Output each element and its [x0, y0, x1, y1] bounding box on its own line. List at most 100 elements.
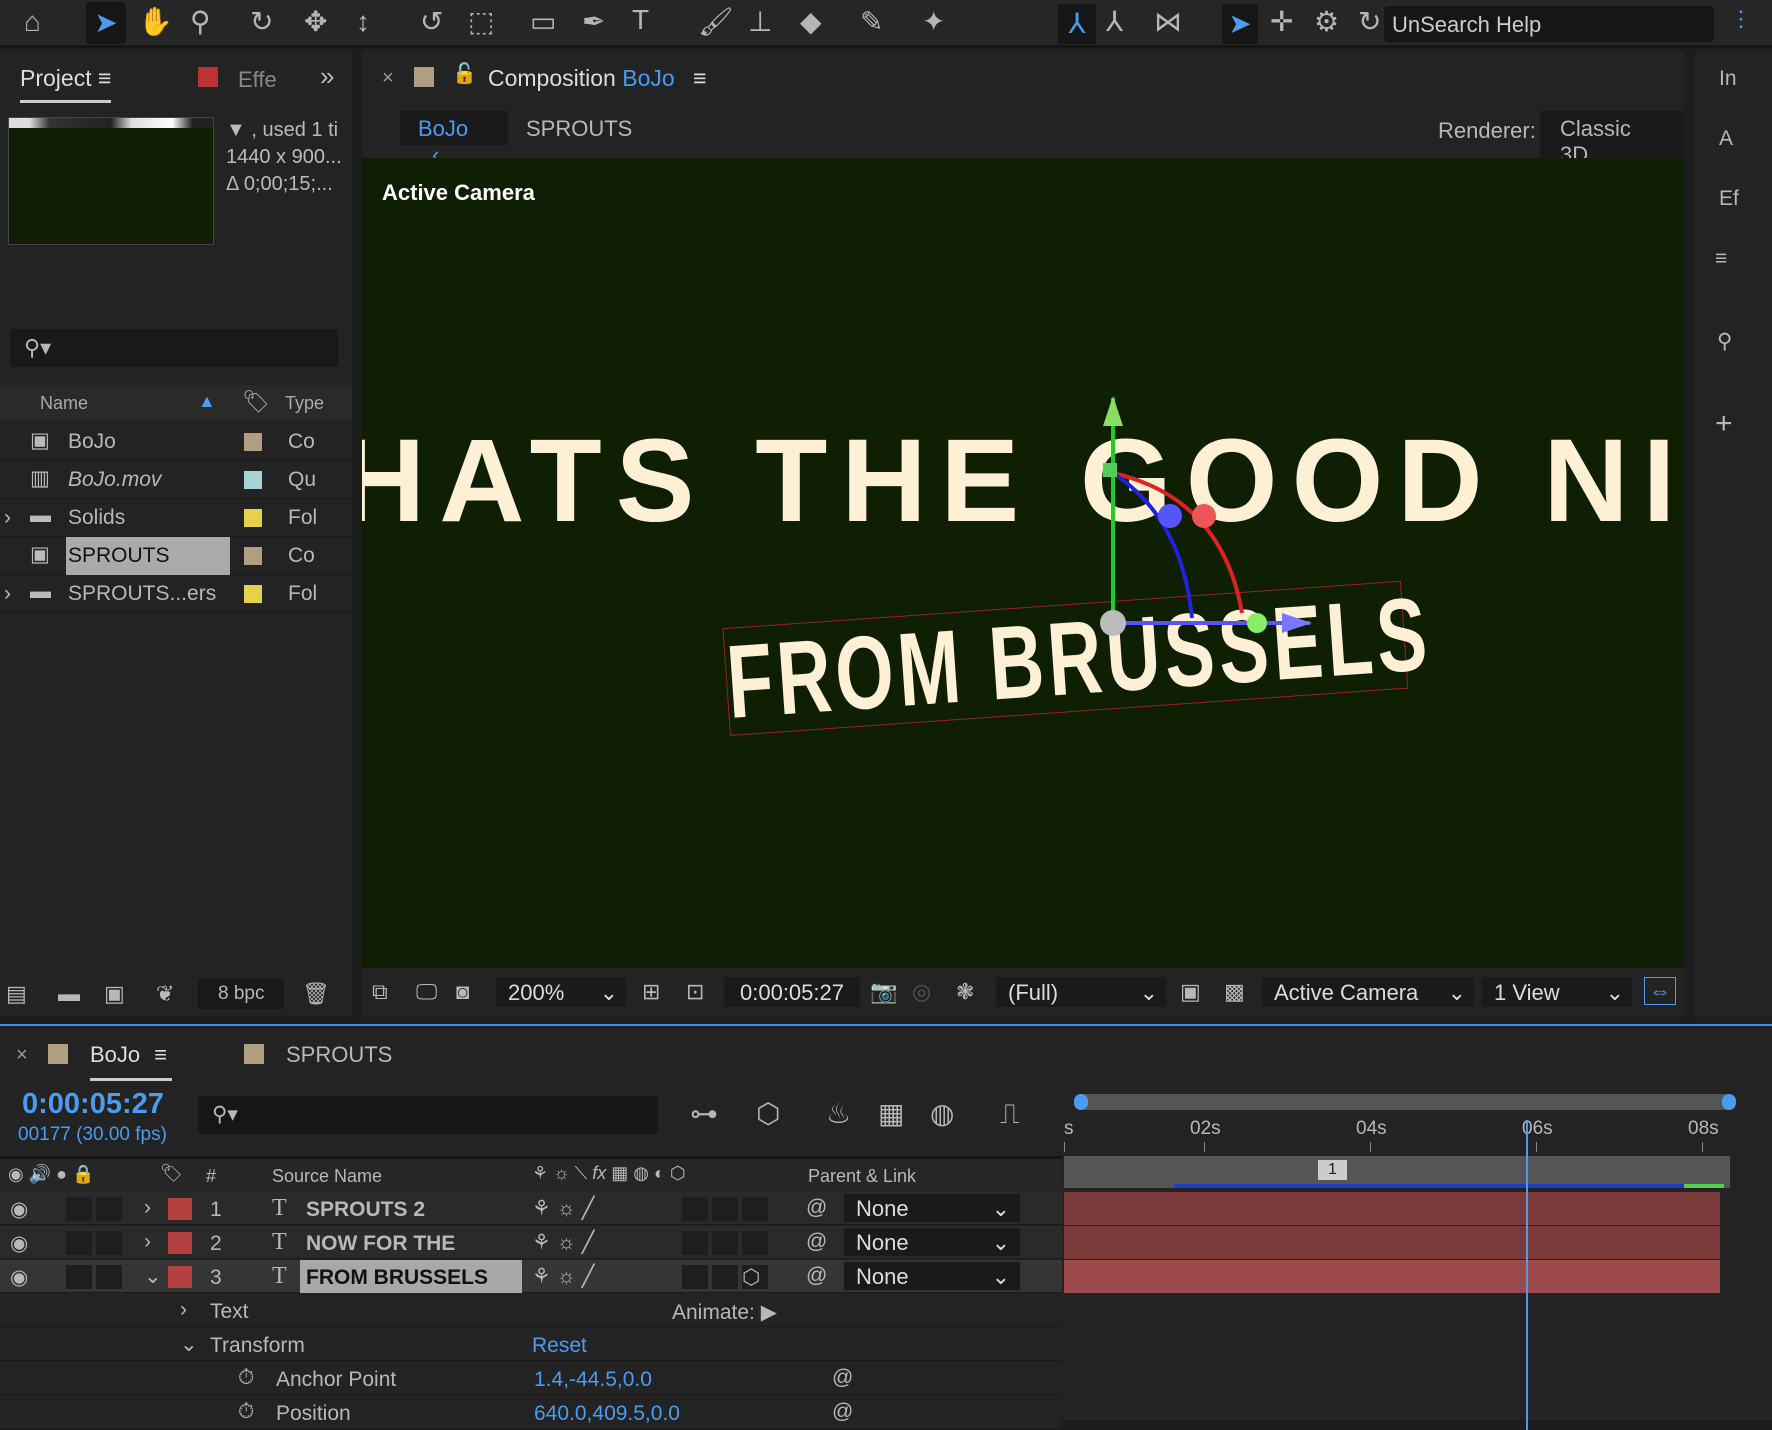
parent-dropdown[interactable]: None ⌄: [844, 1194, 1020, 1222]
search-icon[interactable]: ⚲: [1717, 329, 1732, 354]
camera-dropdown[interactable]: Active Camera ⌄: [1262, 977, 1474, 1007]
layer-duration-bar[interactable]: [1064, 1260, 1720, 1293]
pick-whip-icon[interactable]: @: [806, 1196, 827, 1220]
expand-icon[interactable]: ›: [4, 506, 11, 530]
show-snapshot-icon[interactable]: ◎: [912, 979, 931, 1005]
menu-icon[interactable]: ≡: [1715, 247, 1727, 271]
layer-duration-bar[interactable]: [1064, 1192, 1720, 1225]
move-icon[interactable]: ✛: [1270, 8, 1293, 36]
new-folder-icon[interactable]: ▬: [58, 981, 80, 1007]
visibility-icon[interactable]: ◉ 🔊 ● 🔒: [8, 1164, 94, 1185]
pick-whip-icon[interactable]: @: [832, 1366, 853, 1390]
mask-icon[interactable]: ◙: [456, 979, 469, 1005]
layer-name[interactable]: SPROUTS 2: [300, 1192, 522, 1225]
sort-ascending-icon[interactable]: ▲: [198, 391, 216, 412]
column-source-name[interactable]: Source Name: [272, 1166, 382, 1187]
visibility-icon[interactable]: ◉: [10, 1197, 28, 1222]
stopwatch-icon[interactable]: ⏱: [238, 1366, 254, 1390]
layer-row[interactable]: ◉ › 2 T NOW FOR THE ⚘ ☼ ╱ @ None ⌄: [0, 1226, 1062, 1259]
label-color[interactable]: [244, 433, 262, 451]
composition-flowchart-icon[interactable]: ⊶: [690, 1100, 718, 1128]
timeline-search-input[interactable]: ⚲▾: [198, 1096, 658, 1134]
3d-gizmo[interactable]: [362, 158, 1684, 968]
view-axis-icon[interactable]: ⋈: [1154, 8, 1182, 36]
switches[interactable]: ⚘ ☼ ╱: [532, 1230, 594, 1255]
transform-group-row[interactable]: ⌄ Transform Reset: [0, 1328, 1062, 1361]
visibility-icon[interactable]: ◉: [10, 1265, 28, 1290]
expand-icon[interactable]: ›: [4, 582, 11, 606]
undo-icon[interactable]: ↻: [1358, 8, 1381, 36]
parent-dropdown[interactable]: None ⌄: [844, 1262, 1020, 1290]
label-color[interactable]: [244, 509, 262, 527]
current-time[interactable]: 0:00:05:27: [22, 1088, 164, 1121]
breadcrumb-bojo[interactable]: BoJo ‹: [400, 111, 508, 167]
pen-icon[interactable]: ✒: [582, 8, 605, 36]
clone-stamp-icon[interactable]: ⊥: [748, 8, 772, 36]
zoom-dropdown[interactable]: 200% ⌄: [496, 977, 626, 1007]
brush-icon[interactable]: 🖌: [698, 8, 734, 36]
draft-3d-icon[interactable]: ⬡: [756, 1100, 780, 1128]
puppet-pin-icon[interactable]: ✦: [922, 8, 945, 36]
tab-sprouts[interactable]: SPROUTS: [286, 1042, 392, 1068]
collapse-icon[interactable]: ⌄: [144, 1264, 162, 1289]
tab-effects-presets[interactable]: Ef: [1719, 187, 1739, 211]
project-item[interactable]: ▣ BoJo Co: [0, 423, 352, 461]
local-axis-icon[interactable]: ⅄: [1058, 4, 1096, 44]
pick-whip-icon[interactable]: @: [832, 1400, 853, 1424]
snapshot-icon[interactable]: 📷: [870, 979, 897, 1005]
graph-editor-icon[interactable]: ⎍: [1000, 1100, 1020, 1128]
type-icon[interactable]: T: [632, 6, 649, 34]
animate-button[interactable]: Animate: ▶: [672, 1300, 777, 1325]
column-name[interactable]: Name: [40, 393, 88, 414]
lock-icon[interactable]: 🔓: [452, 61, 477, 86]
layer-name[interactable]: FROM BRUSSELS: [300, 1260, 522, 1293]
viewer[interactable]: Active Camera HATS THE GOOD NI FROM BRUS…: [362, 158, 1684, 968]
label-color[interactable]: [244, 585, 262, 603]
property-value[interactable]: 1.4,-44.5,0.0: [534, 1368, 652, 1392]
region-icon[interactable]: ⬚: [468, 8, 494, 36]
snapping-icon[interactable]: ➤: [1222, 4, 1258, 44]
interpret-footage-icon[interactable]: ▤: [6, 981, 27, 1007]
column-type[interactable]: Type: [285, 393, 324, 414]
fast-previews-icon[interactable]: ▣: [1180, 979, 1201, 1005]
pan-behind-icon[interactable]: ✥: [304, 8, 327, 36]
switches[interactable]: ⚘ ☼ ╱: [532, 1196, 594, 1221]
home-icon[interactable]: ⌂: [24, 8, 41, 36]
render-icon[interactable]: ❦: [156, 981, 174, 1007]
tab-audio[interactable]: A: [1719, 127, 1733, 151]
motion-blur-icon[interactable]: ◍: [930, 1100, 954, 1128]
toggle-view-icon[interactable]: ⇔: [1644, 977, 1676, 1005]
time-navigator[interactable]: [1074, 1094, 1736, 1110]
visibility-icon[interactable]: ◉: [10, 1231, 28, 1256]
layer-duration-bar[interactable]: [1064, 1226, 1720, 1259]
eraser-icon[interactable]: ◆: [800, 8, 822, 36]
time-ruler[interactable]: s 02s 04s 06s 08s: [1064, 1116, 1724, 1152]
workspace-icon[interactable]: ⋮: [1730, 8, 1752, 30]
monitor-icon[interactable]: 🖵: [416, 979, 437, 1005]
region-of-interest-icon[interactable]: ⊡: [686, 979, 704, 1005]
close-tab-icon[interactable]: ×: [16, 1044, 28, 1067]
panel-overflow-icon[interactable]: »: [320, 61, 334, 92]
grid-icon[interactable]: ⊞: [642, 979, 660, 1005]
bpc-button[interactable]: 8 bpc: [198, 979, 285, 1009]
roto-brush-icon[interactable]: ✎: [860, 8, 883, 36]
menu-icon[interactable]: ≡: [98, 65, 111, 91]
label-color[interactable]: [244, 471, 262, 489]
close-tab-icon[interactable]: ×: [382, 67, 394, 90]
label-color[interactable]: [168, 1232, 192, 1254]
hand-icon[interactable]: ✋: [138, 8, 173, 36]
expand-icon[interactable]: ›: [144, 1196, 151, 1220]
settings-icon[interactable]: ⚙: [1314, 8, 1339, 36]
property-row[interactable]: ⏱ Position 640.0,409.5,0.0 @: [0, 1396, 1062, 1429]
work-area-bar[interactable]: 1: [1064, 1156, 1730, 1188]
pick-whip-icon[interactable]: @: [806, 1230, 827, 1254]
world-axis-icon[interactable]: ⅄: [1106, 8, 1123, 36]
rectangle-icon[interactable]: ▭: [530, 8, 556, 36]
playhead[interactable]: [1526, 1120, 1528, 1430]
layer-name[interactable]: NOW FOR THE: [300, 1226, 522, 1259]
parent-dropdown[interactable]: None ⌄: [844, 1228, 1020, 1256]
shy-layers-icon[interactable]: ♨: [826, 1100, 851, 1128]
timecode-display[interactable]: 0:00:05:27: [724, 977, 860, 1007]
resolution-dropdown[interactable]: (Full) ⌄: [996, 977, 1166, 1007]
pick-whip-icon[interactable]: @: [806, 1264, 827, 1288]
